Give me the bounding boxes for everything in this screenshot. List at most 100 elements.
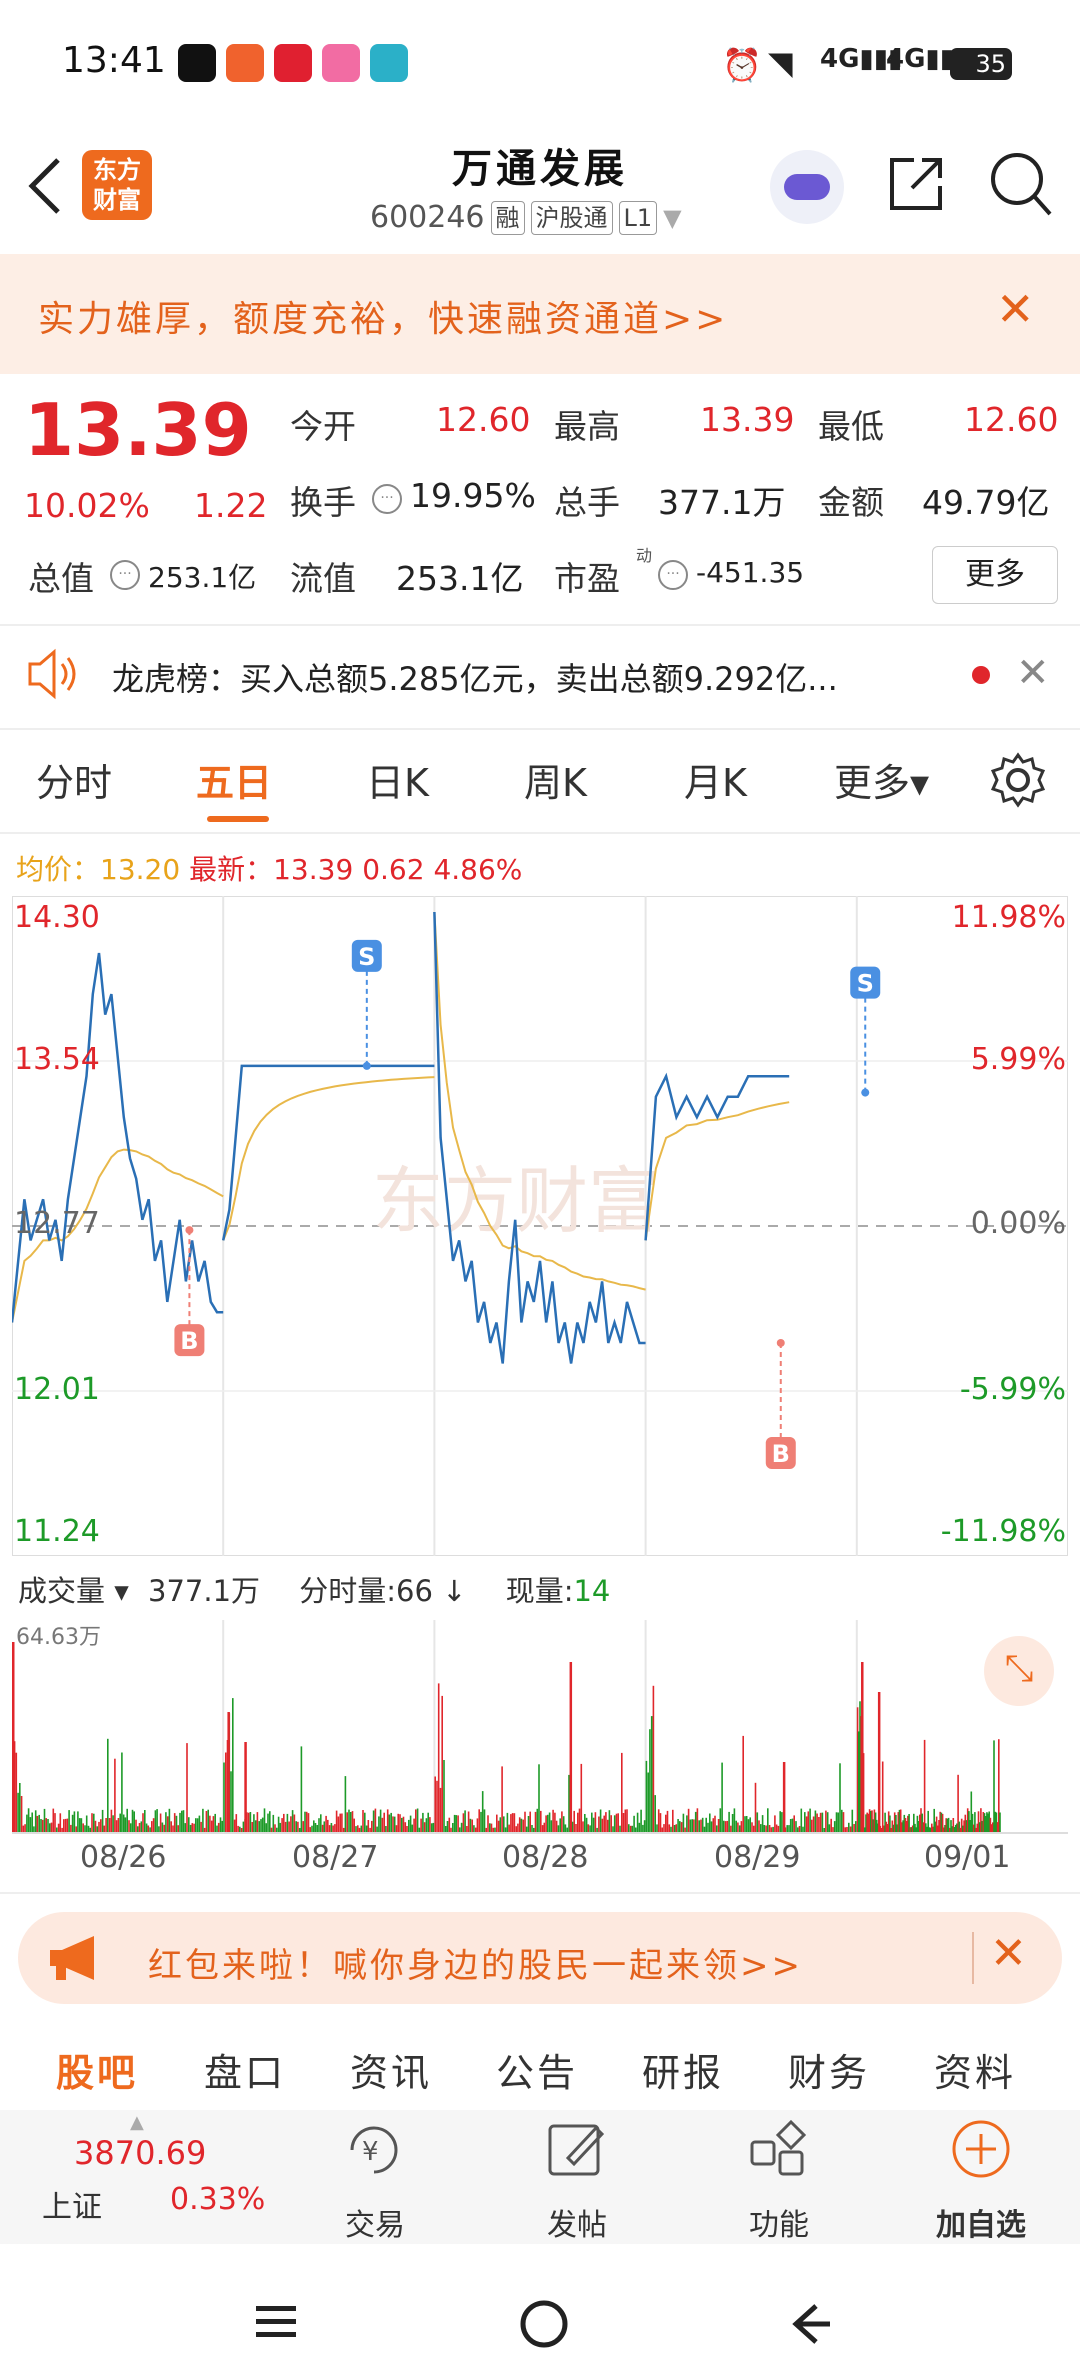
volume-bar: [115, 1820, 118, 1832]
volume-bar: [357, 1825, 359, 1832]
tab-five-day[interactable]: 五日: [196, 752, 272, 807]
robot-avatar[interactable]: [770, 150, 844, 224]
banner-text: 实力雄厚，额度充裕，快速融资通道>>: [38, 299, 729, 340]
volume-bar: [473, 1825, 475, 1832]
volume-bar: [647, 1772, 649, 1832]
tab-announcements[interactable]: 公告: [496, 2042, 578, 2097]
volume-bar: [270, 1827, 273, 1832]
volume-bar: [638, 1822, 641, 1832]
home-icon[interactable]: [518, 2298, 570, 2350]
tab-finance[interactable]: 财务: [788, 2042, 870, 2097]
promo-banner[interactable]: 红包来啦！喊你身边的股民一起来领>> ✕: [18, 1912, 1062, 2004]
volume-bar: [504, 1827, 507, 1832]
volume-bar: [656, 1824, 658, 1832]
tab-timeshare[interactable]: 分时: [36, 752, 112, 807]
post-icon[interactable]: [546, 2120, 608, 2180]
marker-label: S: [857, 970, 874, 998]
tab-research[interactable]: 研报: [642, 2042, 724, 2097]
volume-bar: [346, 1812, 348, 1832]
add-watchlist-button[interactable]: 加自选: [928, 2200, 1034, 2244]
tab-daily-k[interactable]: 日K: [366, 752, 429, 807]
volume-bar: [122, 1814, 125, 1832]
volume-bar: [38, 1814, 40, 1832]
volume-bar: [469, 1818, 472, 1832]
close-icon[interactable]: ✕: [996, 282, 1035, 336]
volume-chart[interactable]: 64.63万: [12, 1620, 1068, 1834]
volume-bar: [355, 1826, 357, 1832]
volume-bar: [793, 1815, 795, 1832]
chevron-down-icon[interactable]: ▼: [663, 204, 681, 232]
volume-bar: [846, 1827, 848, 1832]
close-icon[interactable]: ✕: [990, 1928, 1027, 1979]
volume-bar: [269, 1811, 271, 1832]
volume-bar: [323, 1821, 326, 1832]
function-button[interactable]: 功能: [746, 2200, 812, 2244]
stock-code: 600246: [370, 200, 485, 235]
avg-value: 13.20: [100, 853, 181, 886]
volume-bar: [437, 1683, 440, 1832]
volume-bar: [152, 1818, 155, 1832]
tab-more[interactable]: 更多▾: [834, 752, 929, 807]
tab-guba[interactable]: 股吧: [56, 2042, 138, 2097]
expand-icon[interactable]: ⤡: [984, 1636, 1054, 1706]
volume-bar: [552, 1809, 554, 1832]
tab-profile[interactable]: 资料: [934, 2042, 1016, 2097]
tab-weekly-k[interactable]: 周K: [524, 752, 587, 807]
search-icon[interactable]: [988, 150, 1054, 218]
tab-news[interactable]: 资讯: [350, 2042, 432, 2097]
index-name[interactable]: 上证: [42, 2182, 102, 2226]
volume-bar: [559, 1818, 561, 1832]
volume-bar: [923, 1739, 926, 1832]
volume-bar: [760, 1824, 762, 1832]
financing-banner[interactable]: 实力雄厚，额度充裕，快速融资通道>> ✕: [0, 254, 1080, 374]
info-icon[interactable]: ···: [658, 560, 688, 590]
volume-bar: [129, 1823, 132, 1832]
price-chart[interactable]: 东方财富 SSBB: [12, 896, 1068, 1556]
volume-bar: [612, 1826, 614, 1832]
trade-icon[interactable]: ¥: [342, 2120, 408, 2180]
index-value[interactable]: 3870.69: [74, 2134, 206, 2172]
volume-bar: [154, 1810, 157, 1832]
info-icon[interactable]: ···: [110, 560, 140, 590]
menu-icon[interactable]: [254, 2302, 298, 2342]
volume-bar: [835, 1812, 838, 1832]
volume-bar: [568, 1774, 570, 1832]
volume-bar: [439, 1787, 442, 1832]
volume-bar: [605, 1812, 607, 1832]
volume-bar: [401, 1817, 403, 1832]
change-pct: 10.02%: [24, 486, 150, 525]
volume-bar: [723, 1820, 725, 1832]
volume-bar: [819, 1812, 822, 1832]
back-nav-icon[interactable]: [786, 2300, 834, 2348]
volume-bar: [721, 1762, 723, 1832]
volume-bar: [765, 1825, 767, 1832]
volume-bar: [168, 1808, 171, 1832]
info-icon[interactable]: ···: [372, 484, 402, 514]
apps-icon[interactable]: [748, 2120, 808, 2180]
close-icon[interactable]: ✕: [1016, 650, 1050, 696]
gear-icon[interactable]: [990, 752, 1046, 808]
marker-dot: [861, 1088, 870, 1097]
volume-bar: [745, 1816, 748, 1832]
volume-bar: [138, 1823, 141, 1832]
more-button[interactable]: 更多: [932, 546, 1058, 604]
volume-bar: [716, 1825, 718, 1832]
volume-bar: [520, 1818, 523, 1832]
lhb-notice[interactable]: 龙虎榜：买入总额5.285亿元，卖出总额9.292亿...: [112, 654, 838, 700]
add-icon[interactable]: [950, 2118, 1012, 2180]
volume-bar: [587, 1824, 590, 1832]
share-icon[interactable]: [884, 152, 948, 216]
index-pct[interactable]: 0.33%: [170, 2182, 265, 2217]
post-button[interactable]: 发帖: [544, 2200, 610, 2244]
volume-bar: [724, 1821, 727, 1832]
volume-selector[interactable]: 成交量 ▾: [18, 1574, 129, 1608]
tab-monthly-k[interactable]: 月K: [684, 752, 747, 807]
volume-bar: [41, 1819, 44, 1832]
tab-pankou[interactable]: 盘口: [204, 2042, 286, 2097]
volume-bar: [561, 1811, 563, 1832]
trade-button[interactable]: 交易: [342, 2200, 408, 2244]
volume-bar: [107, 1738, 109, 1832]
volume-bar: [735, 1820, 737, 1832]
volume-bar: [33, 1826, 35, 1832]
volume-bar: [775, 1824, 778, 1832]
